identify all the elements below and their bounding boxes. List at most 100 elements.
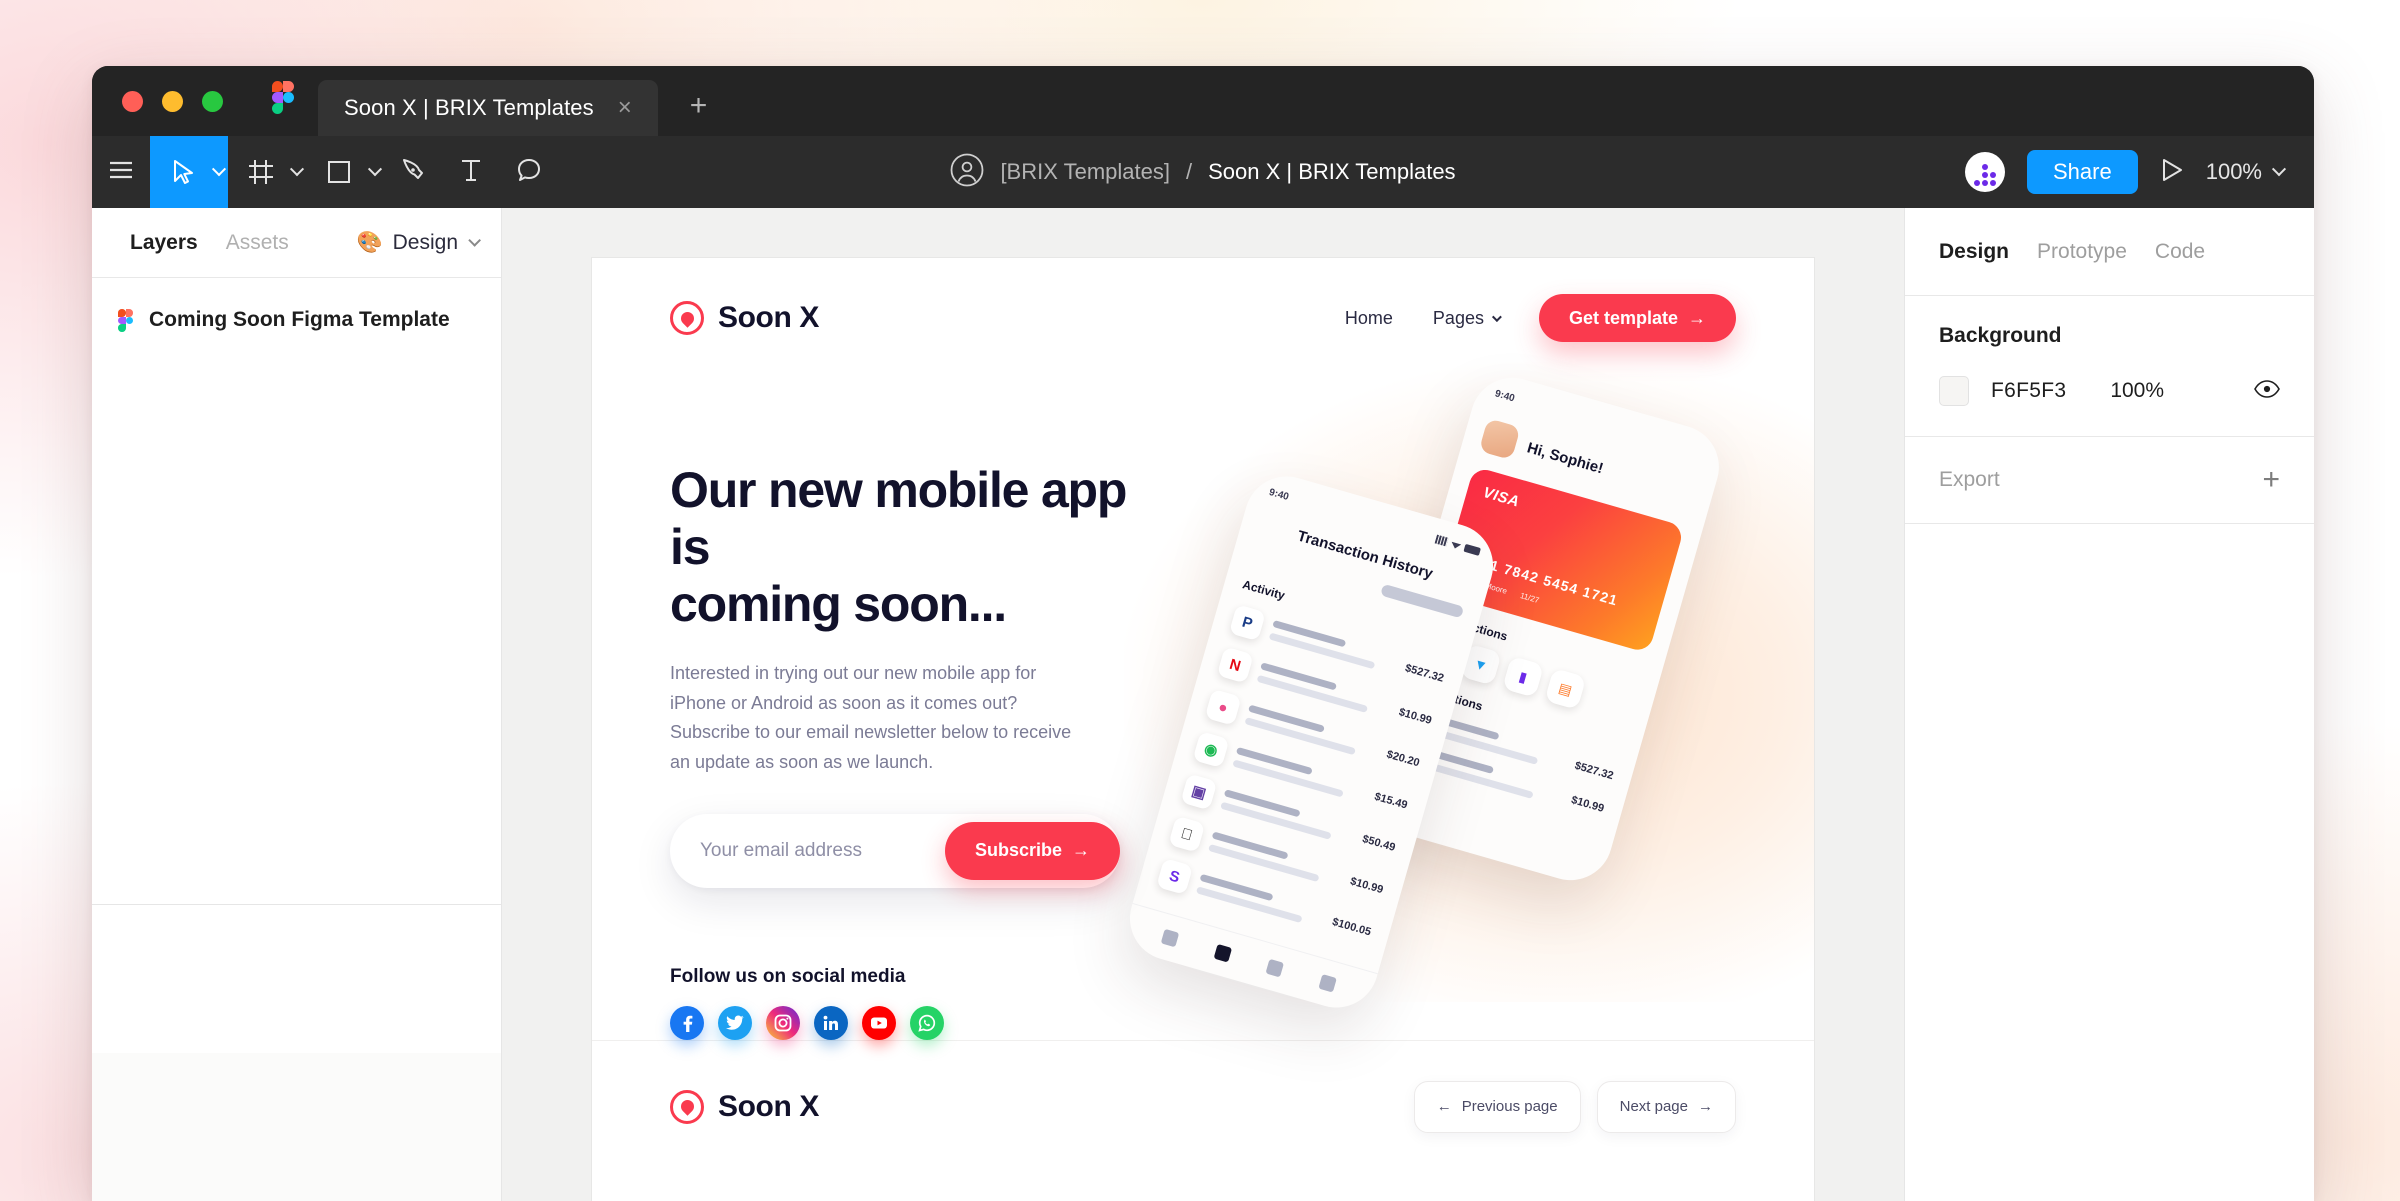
soonx-logo-icon	[670, 1089, 704, 1124]
nav-link-home[interactable]: Home	[1345, 308, 1393, 329]
browser-tab-bar: Soon X | BRIX Templates × +	[92, 66, 2314, 136]
file-tab[interactable]: Soon X | BRIX Templates ×	[318, 80, 658, 136]
design-dropdown-label: Design	[392, 230, 458, 254]
comment-icon	[516, 157, 542, 188]
zoom-control[interactable]: 100%	[2205, 159, 2287, 185]
artboard[interactable]: Soon X Home Pages Get template → Our new…	[592, 258, 1814, 1201]
nav-link-pages[interactable]: Pages	[1433, 308, 1502, 329]
chart-icon: ▮	[1502, 655, 1545, 698]
instagram-icon[interactable]	[766, 1005, 800, 1040]
pagination: ← Previous page Next page →	[1413, 1080, 1736, 1133]
layer-label: Coming Soon Figma Template	[149, 308, 450, 331]
next-page-button[interactable]: Next page →	[1596, 1080, 1736, 1133]
add-export-button[interactable]: +	[2262, 465, 2280, 495]
file-tab-label: Soon X | BRIX Templates	[344, 95, 594, 120]
transaction-amount: $10.99	[1397, 706, 1434, 728]
phone-greeting-label: Hi, Sophie!	[1525, 438, 1606, 477]
tab-code[interactable]: Code	[2141, 240, 2219, 264]
design-canvas[interactable]: Soon X Home Pages Get template → Our new…	[502, 208, 1904, 1201]
footer-brand[interactable]: Soon X	[670, 1089, 819, 1124]
phone-mockup-illustration: 9:40 Hi, Sophie! VISA 5131 7842 5454 172…	[1120, 362, 1814, 1018]
arrow-right-icon: →	[1698, 1098, 1713, 1116]
tab-prototype[interactable]: Prototype	[2023, 240, 2141, 264]
visibility-toggle[interactable]	[2254, 379, 2280, 403]
card-icon	[1265, 958, 1285, 978]
transaction-amount: $527.32	[1573, 759, 1615, 783]
design-dropdown[interactable]: 🎨 Design	[356, 230, 481, 255]
site-nav-links: Home Pages Get template →	[1345, 294, 1736, 342]
twitter-icon[interactable]	[718, 1005, 752, 1040]
present-button[interactable]	[2160, 157, 2184, 188]
frame-tool-button[interactable]	[228, 136, 306, 208]
arrow-right-icon: →	[1688, 307, 1706, 328]
tab-design[interactable]: Design	[1925, 240, 2023, 264]
previous-page-button[interactable]: ← Previous page	[1413, 1080, 1581, 1133]
background-fill-row: F6F5F3 100%	[1939, 376, 2280, 406]
user-avatar-icon[interactable]	[950, 153, 984, 192]
card-expiry: 11/27	[1519, 591, 1541, 606]
site-brand[interactable]: Soon X	[670, 301, 819, 335]
maximize-window-icon[interactable]	[202, 90, 223, 112]
tab-assets[interactable]: Assets	[212, 231, 303, 255]
background-title: Background	[1939, 324, 2062, 347]
close-window-icon[interactable]	[122, 90, 143, 112]
new-tab-icon[interactable]: +	[680, 89, 718, 123]
opacity-value[interactable]: 100%	[2110, 379, 2164, 403]
color-swatch[interactable]	[1939, 376, 1969, 406]
bill-icon: ▤	[1544, 667, 1587, 710]
breadcrumb-file[interactable]: Soon X | BRIX Templates	[1208, 159, 1455, 185]
list-item[interactable]: Coming Soon Figma Template	[92, 296, 501, 344]
left-panel: Layers Assets 🎨 Design Coming Soon Figma…	[92, 208, 502, 1201]
hero-paragraph: Interested in trying out our new mobile …	[670, 663, 1072, 773]
zoom-level-label: 100%	[2205, 159, 2262, 184]
app-body: Layers Assets 🎨 Design Coming Soon Figma…	[92, 208, 2314, 1201]
previous-page-label: Previous page	[1461, 1098, 1558, 1116]
transaction-amount: $50.49	[1360, 833, 1397, 854]
breadcrumb[interactable]: [BRIX Templates] / Soon X | BRIX Templat…	[950, 153, 1456, 192]
close-tab-icon[interactable]: ×	[610, 92, 640, 124]
hamburger-icon	[108, 160, 134, 185]
site-brand-label: Soon X	[718, 301, 819, 334]
transaction-amount: $15.49	[1373, 790, 1409, 812]
share-button[interactable]: Share	[2027, 150, 2138, 194]
eye-icon	[2254, 379, 2280, 403]
export-label: Export	[1939, 468, 2000, 491]
subscribe-button[interactable]: Subscribe →	[945, 821, 1121, 880]
frame-icon	[232, 159, 290, 185]
tab-layers[interactable]: Layers	[116, 231, 212, 255]
page-title: Our new mobile app is coming soon...	[670, 462, 1140, 633]
color-hex-value[interactable]: F6F5F3	[1991, 379, 2066, 403]
subscribe-label: Subscribe	[975, 840, 1063, 861]
breadcrumb-separator: /	[1186, 159, 1193, 184]
email-field[interactable]	[700, 839, 945, 862]
figma-component-icon	[118, 309, 133, 332]
chevron-down-icon	[289, 162, 305, 177]
move-tool-button[interactable]	[150, 136, 228, 208]
chevron-down-icon	[1491, 311, 1502, 322]
breadcrumb-team[interactable]: [BRIX Templates]	[1000, 159, 1170, 185]
minimize-window-icon[interactable]	[162, 90, 183, 112]
footer-brand-label: Soon X	[718, 1089, 819, 1123]
facebook-icon[interactable]	[670, 1005, 704, 1040]
linkedin-icon[interactable]	[814, 1005, 848, 1040]
cursor-icon	[154, 159, 212, 185]
comment-tool-button[interactable]	[500, 136, 558, 208]
transaction-amount: $10.99	[1348, 875, 1385, 897]
right-panel: Design Prototype Code Background F6F5F3 …	[1904, 208, 2314, 1201]
netflix-icon: N	[1216, 646, 1254, 684]
shape-tool-button[interactable]	[306, 136, 384, 208]
get-template-button[interactable]: Get template →	[1538, 294, 1736, 342]
paypal-icon: P	[1228, 604, 1266, 642]
avatar-dots-icon	[1974, 163, 1996, 186]
quick-action-stats: ▮	[1502, 655, 1545, 698]
background-section: Background F6F5F3 100%	[1905, 296, 2314, 437]
youtube-icon[interactable]	[862, 1005, 896, 1040]
quick-action-bill: ▤	[1544, 667, 1587, 710]
main-menu-button[interactable]	[92, 136, 150, 208]
play-icon	[2160, 157, 2184, 188]
text-tool-button[interactable]	[442, 136, 500, 208]
traffic-lights	[92, 66, 223, 136]
collaborators-avatar[interactable]	[1965, 152, 2005, 192]
whatsapp-icon[interactable]	[910, 1005, 944, 1040]
pen-tool-button[interactable]	[384, 136, 442, 208]
